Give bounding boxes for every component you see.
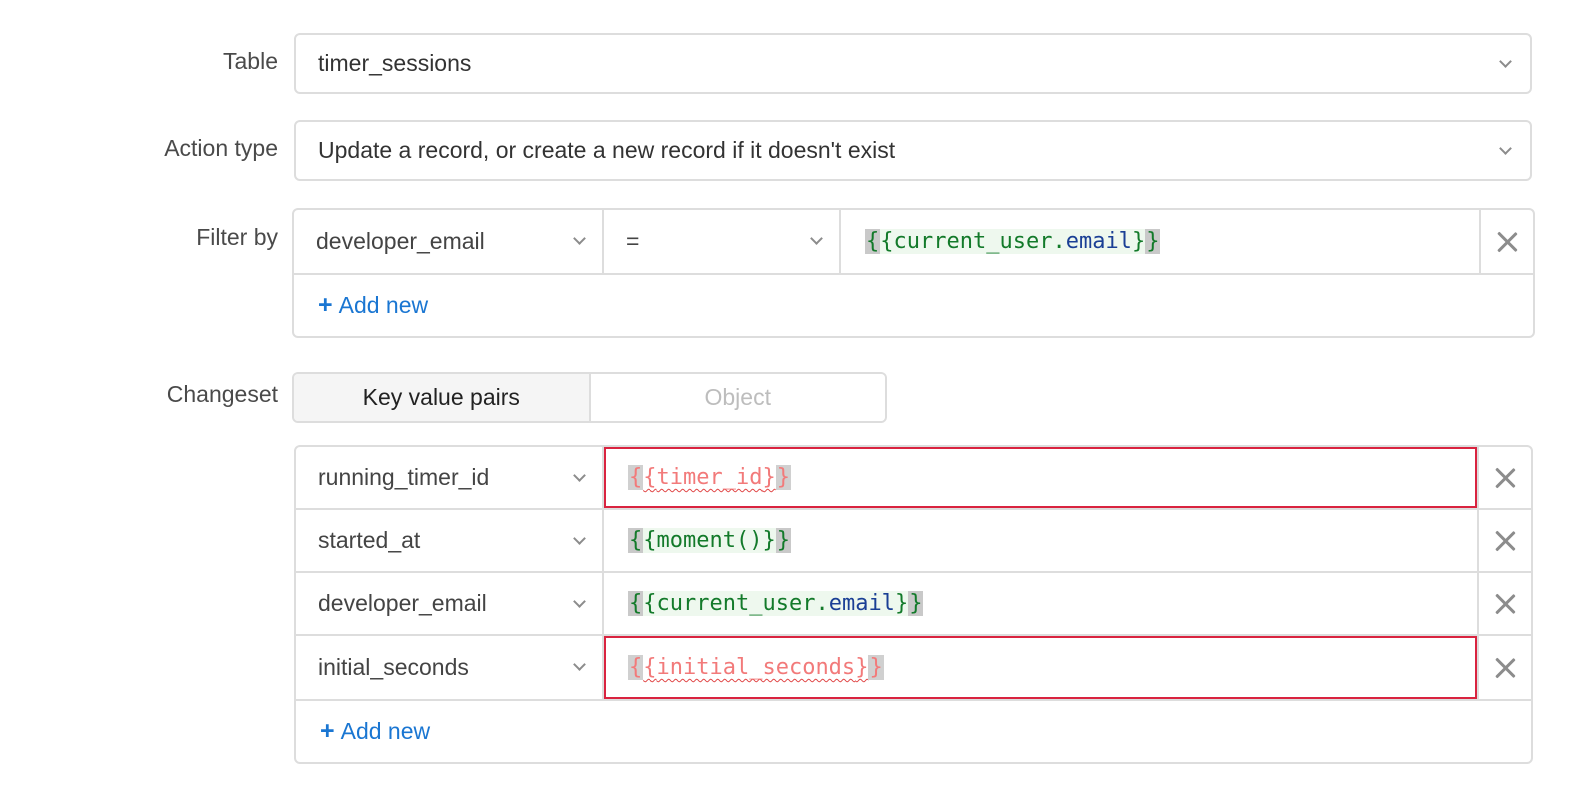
chevron-down-icon — [573, 469, 586, 482]
changeset-key-select[interactable]: developer_email — [296, 573, 604, 634]
plus-icon: + — [320, 717, 335, 745]
filter-by-group: developer_email = {{current_user.email}}… — [292, 208, 1535, 338]
changeset-row: initial_seconds {{initial_seconds}} — [296, 636, 1531, 701]
filter-operator-value: = — [626, 228, 640, 254]
changeset-mode-toggle: Key value pairs Object — [292, 372, 887, 423]
changeset-remove-button[interactable] — [1477, 447, 1531, 508]
action-type-label: Action type — [164, 135, 278, 161]
changeset-add-new-button[interactable]: + Add new — [296, 701, 1531, 762]
changeset-remove-button[interactable] — [1477, 573, 1531, 634]
plus-icon: + — [318, 291, 333, 319]
changeset-value-input[interactable]: {{moment()}} — [604, 510, 1477, 571]
changeset-mode-key-value[interactable]: Key value pairs — [294, 374, 591, 421]
changeset-key-select[interactable]: running_timer_id — [296, 447, 604, 508]
changeset-add-new-label: Add new — [340, 718, 431, 744]
filter-row: developer_email = {{current_user.email}} — [294, 210, 1533, 275]
changeset-key-select[interactable]: started_at — [296, 510, 604, 571]
close-icon — [1494, 657, 1516, 679]
changeset-key-value: running_timer_id — [318, 464, 490, 490]
close-icon — [1494, 467, 1516, 489]
close-icon — [1494, 530, 1516, 552]
changeset-mode-object[interactable]: Object — [590, 374, 885, 421]
chevron-down-icon — [1499, 142, 1512, 155]
filter-add-new-button[interactable]: + Add new — [294, 275, 1533, 336]
chevron-down-icon — [573, 595, 586, 608]
filter-value-input[interactable]: {{current_user.email}} — [841, 210, 1479, 273]
chevron-down-icon — [1499, 55, 1512, 68]
changeset-value-property: email — [828, 591, 895, 616]
changeset-group: running_timer_id {{timer_id}} started_at… — [294, 445, 1533, 764]
chevron-down-icon — [573, 232, 586, 245]
changeset-key-value: developer_email — [318, 590, 487, 616]
table-label: Table — [223, 48, 278, 74]
changeset-value-input[interactable]: {{timer_id}} — [604, 447, 1477, 508]
changeset-value-text: initial_seconds — [656, 655, 856, 680]
filter-column-select[interactable]: developer_email — [294, 210, 604, 273]
action-type-select[interactable]: Update a record, or create a new record … — [294, 120, 1532, 181]
changeset-row: started_at {{moment()}} — [296, 510, 1531, 573]
changeset-key-select[interactable]: initial_seconds — [296, 636, 604, 699]
changeset-value-object: current_user — [656, 591, 816, 616]
changeset-row: developer_email {{current_user.email}} — [296, 573, 1531, 636]
changeset-remove-button[interactable] — [1477, 636, 1531, 699]
filter-value-property: email — [1065, 229, 1132, 254]
changeset-key-value: started_at — [318, 527, 421, 553]
filter-value-object: current_user — [893, 229, 1053, 254]
table-select-value: timer_sessions — [318, 50, 472, 76]
changeset-key-value: initial_seconds — [318, 654, 469, 680]
filter-operator-select[interactable]: = — [604, 210, 841, 273]
chevron-down-icon — [573, 658, 586, 671]
chevron-down-icon — [573, 532, 586, 545]
action-type-select-value: Update a record, or create a new record … — [318, 137, 896, 163]
chevron-down-icon — [810, 232, 823, 245]
changeset-value-text: moment() — [656, 528, 763, 553]
changeset-value-input[interactable]: {{current_user.email}} — [604, 573, 1477, 634]
changeset-value-text: timer_id — [656, 465, 763, 490]
close-icon — [1496, 231, 1518, 253]
close-icon — [1494, 593, 1516, 615]
changeset-row: running_timer_id {{timer_id}} — [296, 447, 1531, 510]
changeset-remove-button[interactable] — [1477, 510, 1531, 571]
changeset-value-input[interactable]: {{initial_seconds}} — [604, 636, 1477, 699]
table-select[interactable]: timer_sessions — [294, 33, 1532, 94]
filter-by-label: Filter by — [196, 224, 278, 250]
filter-column-value: developer_email — [316, 228, 485, 254]
filter-add-new-label: Add new — [338, 292, 429, 318]
filter-remove-button[interactable] — [1479, 210, 1533, 273]
changeset-label: Changeset — [166, 381, 278, 407]
